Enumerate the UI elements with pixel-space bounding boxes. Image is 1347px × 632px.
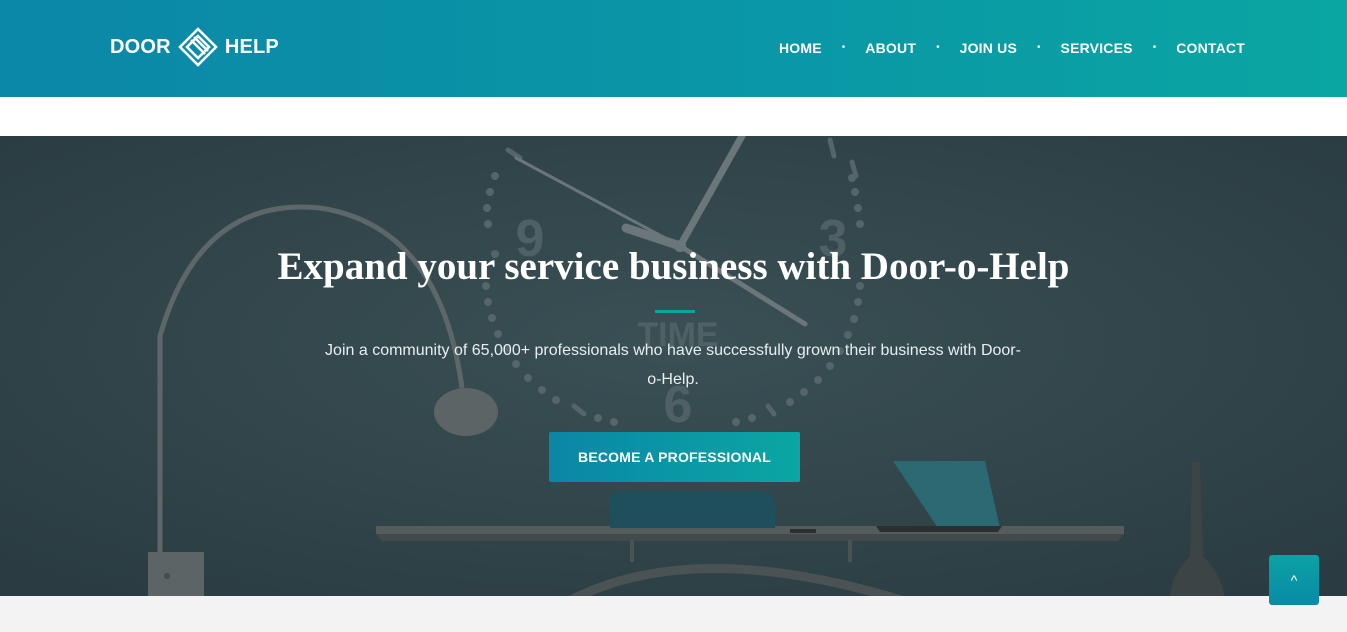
page-bottom-band: [0, 596, 1347, 632]
nav-join-us[interactable]: JOIN US: [960, 40, 1017, 56]
brand-logo[interactable]: DOOR HELP: [110, 26, 279, 68]
hero-section: 9 3 6 TIME Expand your service business …: [0, 136, 1347, 596]
nav-separator: •: [936, 42, 940, 53]
nav-separator: •: [1152, 42, 1157, 53]
become-professional-button[interactable]: BECOME A PROFESSIONAL: [549, 432, 800, 482]
diamond-knot-icon: [177, 26, 219, 68]
scroll-to-top-button[interactable]: ^: [1269, 555, 1319, 605]
brand-word-left: DOOR: [110, 35, 171, 58]
nav-home[interactable]: HOME: [779, 40, 822, 56]
hero-subtitle: Join a community of 65,000+ professional…: [325, 342, 1021, 388]
nav-separator: •: [1037, 42, 1041, 53]
title-divider: [655, 310, 695, 313]
header-spacer: [0, 97, 1347, 136]
nav-separator: •: [841, 42, 846, 53]
top-navigation-bar: DOOR HELP HOME • ABOUT • JOIN US • SERVI…: [0, 0, 1347, 97]
main-nav: HOME • ABOUT • JOIN US • SERVICES • CONT…: [779, 38, 1245, 58]
hero-title: Expand your service business with Door-o…: [277, 245, 1070, 288]
nav-services[interactable]: SERVICES: [1061, 40, 1133, 56]
nav-contact[interactable]: CONTACT: [1176, 40, 1245, 56]
nav-about[interactable]: ABOUT: [865, 40, 916, 56]
brand-word-right: HELP: [224, 35, 279, 58]
chevron-up-icon: ^: [1290, 572, 1298, 588]
